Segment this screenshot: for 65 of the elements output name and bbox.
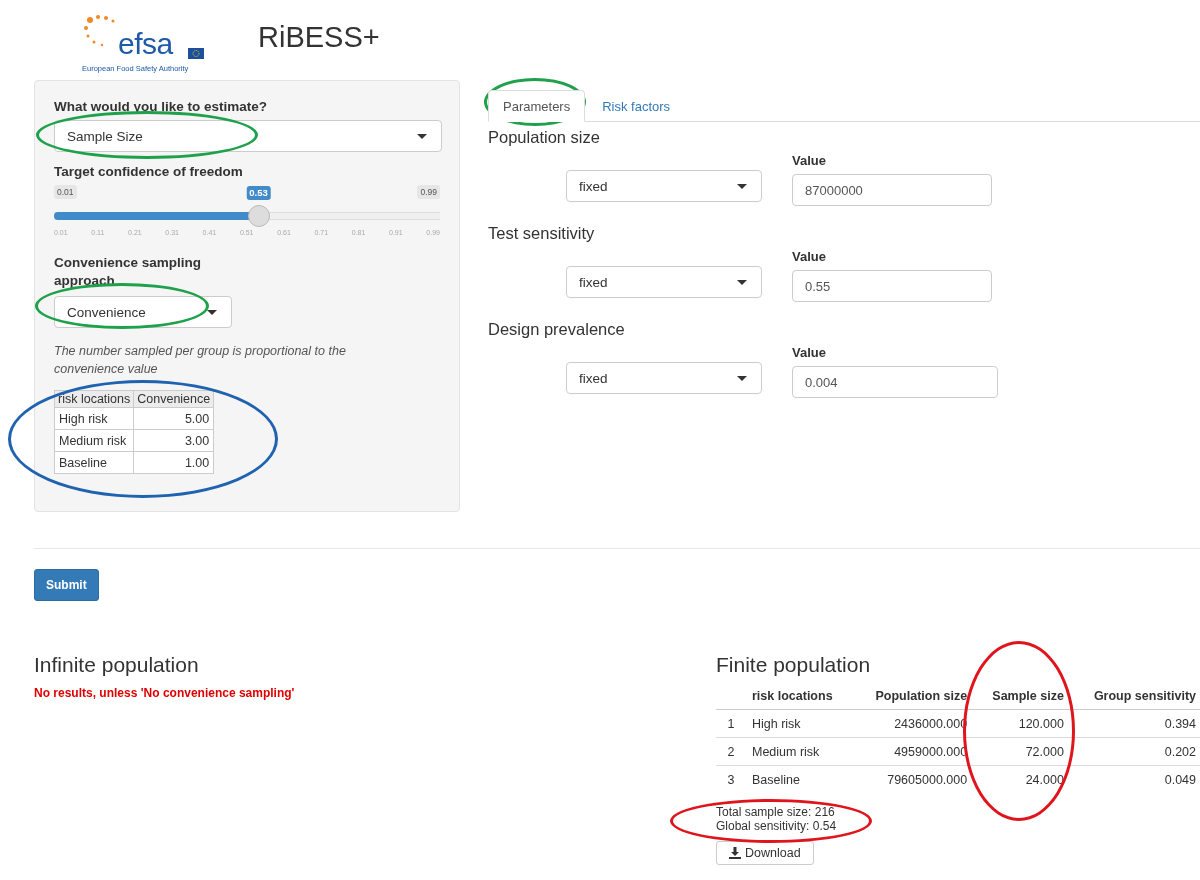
distribution-select[interactable]: fixed bbox=[566, 170, 762, 202]
table-header: risk locations bbox=[54, 390, 134, 408]
row-number: 3 bbox=[716, 765, 746, 793]
table-cell: 0.049 bbox=[1069, 765, 1200, 793]
table-cell: High risk bbox=[746, 709, 854, 738]
summary-text: Total sample size: 216 bbox=[716, 805, 836, 819]
slider-min: 0.01 bbox=[54, 185, 77, 199]
convenience-select[interactable]: Convenience bbox=[54, 296, 232, 328]
table-cell: 0.394 bbox=[1069, 709, 1200, 738]
column-header: risk locations bbox=[752, 689, 833, 703]
parameter-title: Design prevalence bbox=[488, 320, 626, 339]
value-input[interactable]: 87000000 bbox=[792, 174, 992, 206]
summary-text: Global sensitivity: 0.54 bbox=[716, 819, 838, 833]
download-button[interactable]: Download bbox=[716, 841, 814, 865]
caret-icon bbox=[737, 375, 747, 381]
slider-max: 0.99 bbox=[417, 185, 440, 199]
table-cell: 24.000 bbox=[973, 765, 1070, 793]
parameter-title: Population size bbox=[488, 128, 601, 147]
column-header: Population size bbox=[875, 689, 968, 703]
caret-icon bbox=[417, 133, 427, 139]
app-title: RiBESS+ bbox=[258, 20, 380, 54]
value-label: Value bbox=[792, 153, 827, 168]
caret-icon bbox=[737, 279, 747, 285]
error-message: No results, unless 'No convenience sampling' bbox=[34, 686, 295, 700]
slider-label: Target confidence of freedom bbox=[54, 164, 244, 179]
submit-button[interactable]: Submit bbox=[34, 569, 99, 601]
distribution-select[interactable]: fixed bbox=[566, 362, 762, 394]
value-label: Value bbox=[792, 249, 827, 264]
value-input[interactable]: 0.004 bbox=[792, 366, 998, 398]
table-header: Convenience bbox=[133, 390, 214, 408]
caret-icon bbox=[737, 183, 747, 189]
table-cell: Medium risk bbox=[746, 737, 854, 766]
estimate-select[interactable]: Sample Size bbox=[54, 120, 442, 152]
value-input[interactable]: 0.55 bbox=[792, 270, 992, 302]
caret-icon bbox=[207, 309, 217, 315]
section-title: Finite population bbox=[716, 653, 872, 677]
value-label: Value bbox=[792, 345, 827, 360]
row-number: 2 bbox=[716, 737, 746, 766]
table-cell: 0.202 bbox=[1069, 737, 1200, 766]
parameter-title: Test sensitivity bbox=[488, 224, 596, 243]
table-cell[interactable]: 1.00 bbox=[133, 451, 214, 474]
distribution-select[interactable]: fixed bbox=[566, 266, 762, 298]
table-cell[interactable]: 3.00 bbox=[133, 429, 214, 452]
table-cell: 120.000 bbox=[973, 709, 1070, 738]
slider-value: 0.53 bbox=[246, 186, 271, 200]
table-cell: 4959000.000 bbox=[853, 737, 974, 766]
download-icon bbox=[729, 847, 741, 859]
tab[interactable]: Parameters bbox=[488, 90, 586, 122]
table-cell[interactable]: 5.00 bbox=[133, 407, 214, 430]
section-title: Infinite population bbox=[34, 653, 200, 677]
logo-wordmark: efsa bbox=[118, 28, 173, 60]
table-cell[interactable]: Medium risk bbox=[54, 429, 134, 452]
help-text: The number sampled per group is proportional to the convenience value bbox=[54, 343, 347, 378]
table-cell: Baseline bbox=[746, 765, 854, 793]
table-cell: 79605000.000 bbox=[853, 765, 974, 793]
table-cell: 72.000 bbox=[973, 737, 1070, 766]
column-header: Group sensitivity bbox=[1093, 689, 1196, 703]
convenience-label: Convenience sampling approach bbox=[54, 254, 203, 290]
table-cell[interactable]: Baseline bbox=[54, 451, 134, 474]
row-number: 1 bbox=[716, 709, 746, 738]
slider-handle[interactable] bbox=[247, 205, 270, 227]
column-header: Sample size bbox=[992, 689, 1064, 703]
table-cell[interactable]: High risk bbox=[54, 407, 134, 430]
tab[interactable]: Risk factors bbox=[587, 90, 686, 122]
flag-icon bbox=[188, 48, 204, 59]
